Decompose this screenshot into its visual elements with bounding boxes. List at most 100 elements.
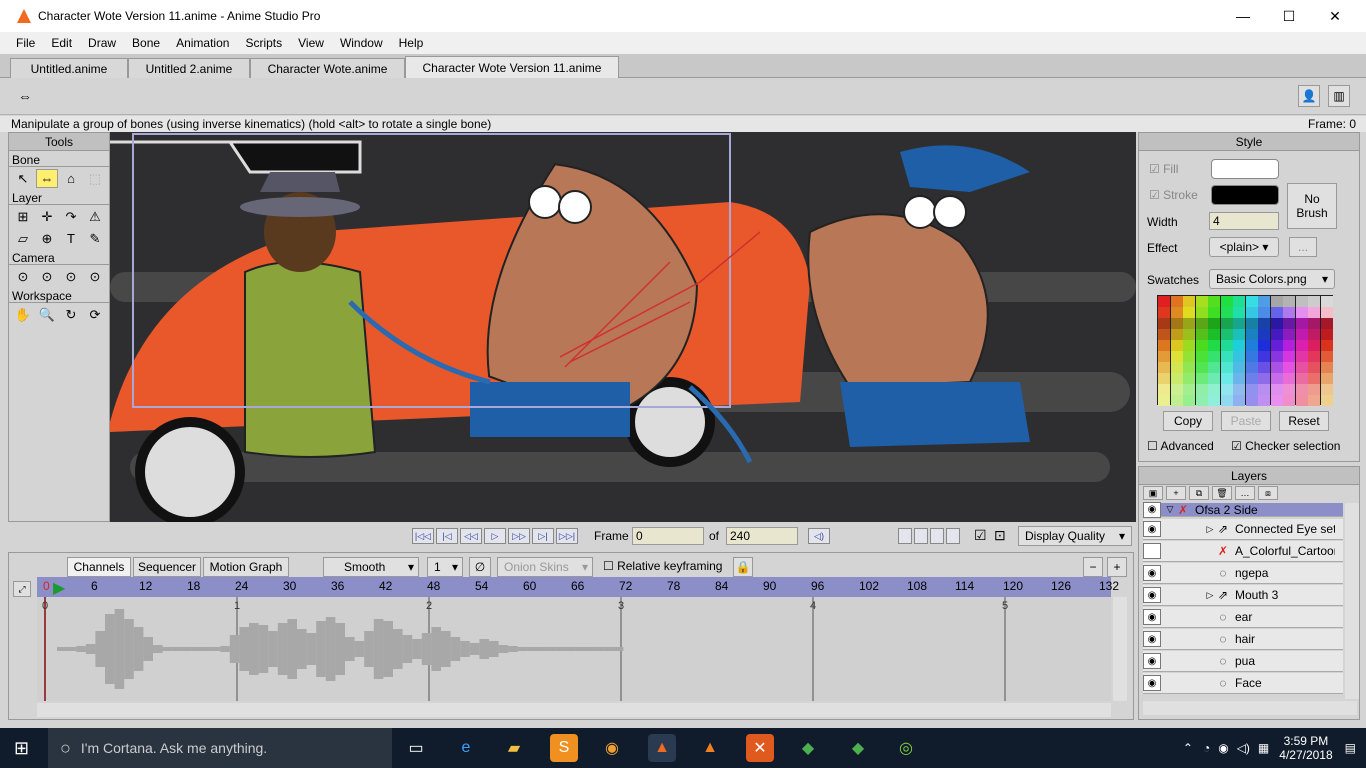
color-swatch[interactable] xyxy=(1208,384,1220,395)
color-swatch[interactable] xyxy=(1195,362,1208,373)
task-view-icon[interactable]: ▭ xyxy=(402,734,430,762)
drawing-canvas[interactable] xyxy=(110,132,1136,522)
color-swatch[interactable] xyxy=(1258,307,1270,318)
menu-window[interactable]: Window xyxy=(332,36,391,50)
color-swatch[interactable] xyxy=(1158,307,1170,318)
color-swatch[interactable] xyxy=(1233,351,1245,362)
rotate-layer-icon[interactable]: ↷ xyxy=(60,207,82,226)
menu-help[interactable]: Help xyxy=(391,36,432,50)
color-swatch[interactable] xyxy=(1220,384,1233,395)
rotate-workspace-icon[interactable]: ↻ xyxy=(60,305,82,324)
menu-view[interactable]: View xyxy=(290,36,332,50)
expand-timeline-icon[interactable]: ⤢ xyxy=(13,581,31,597)
volume-icon[interactable]: ◁) xyxy=(808,528,830,544)
swatches-dropdown[interactable]: Basic Colors.png ▾ xyxy=(1209,269,1335,289)
menu-file[interactable]: File xyxy=(8,36,43,50)
checkbox-icon[interactable]: ☑ xyxy=(974,527,987,544)
mic-icon[interactable]: ◉ xyxy=(1218,741,1228,755)
width-field[interactable]: 4 xyxy=(1209,212,1279,230)
step-back-icon[interactable]: ◁◁ xyxy=(460,528,482,544)
color-swatch[interactable] xyxy=(1295,373,1308,384)
no-brush-button[interactable]: No Brush xyxy=(1287,183,1337,229)
color-swatch[interactable] xyxy=(1170,362,1183,373)
step-forward-key-icon[interactable]: ▷| xyxy=(532,528,554,544)
layer-row[interactable]: ◉ ◌ ear xyxy=(1143,607,1343,628)
play-icon[interactable]: ▷ xyxy=(484,528,506,544)
timeline-ruler[interactable]: 0 6 12 18 24 30 36 42 48 54 60 66 72 78 84 90 96 102 108 11… xyxy=(37,577,1119,598)
layer-row[interactable]: ✗ A_Colorful_Cartoon xyxy=(1143,541,1343,562)
expand-icon[interactable]: ▷ xyxy=(1205,524,1215,535)
color-swatch[interactable] xyxy=(1295,329,1308,340)
color-swatch[interactable] xyxy=(1158,395,1170,406)
chrome-icon[interactable]: ◉ xyxy=(598,734,626,762)
swatch-grid[interactable] xyxy=(1157,295,1333,406)
color-swatch[interactable] xyxy=(1195,384,1208,395)
zoom-out-icon[interactable]: − xyxy=(1083,557,1103,577)
color-swatch[interactable] xyxy=(1308,296,1320,307)
fill-checkbox[interactable]: ☑ Fill xyxy=(1149,162,1178,176)
eye-icon[interactable]: ◉ xyxy=(1143,631,1161,647)
view-split-icon[interactable] xyxy=(914,528,928,544)
eye-icon[interactable]: ◉ xyxy=(1143,501,1161,518)
color-swatch[interactable] xyxy=(1320,329,1333,340)
color-swatch[interactable] xyxy=(1270,395,1283,406)
expand-icon[interactable]: ▷ xyxy=(1205,590,1215,601)
color-swatch[interactable] xyxy=(1208,351,1220,362)
fast-forward-icon[interactable]: ▷▷| xyxy=(556,528,578,544)
color-swatch[interactable] xyxy=(1170,307,1183,318)
reset-button[interactable]: Reset xyxy=(1279,411,1329,431)
color-swatch[interactable] xyxy=(1283,373,1295,384)
zoom-in-icon[interactable]: + xyxy=(1107,557,1127,577)
color-swatch[interactable] xyxy=(1283,340,1295,351)
eye-icon[interactable]: ◉ xyxy=(1143,565,1161,581)
color-swatch[interactable] xyxy=(1208,362,1220,373)
doc-tab[interactable]: Character Wote.anime xyxy=(250,58,405,78)
color-swatch[interactable] xyxy=(1233,318,1245,329)
manipulate-bones-tool-icon[interactable]: ⇔ xyxy=(36,169,58,188)
color-swatch[interactable] xyxy=(1233,362,1245,373)
layer-row[interactable]: ◉ ◌ ngepa xyxy=(1143,563,1343,584)
color-swatch[interactable] xyxy=(1283,351,1295,362)
color-swatch[interactable] xyxy=(1220,373,1233,384)
color-swatch[interactable] xyxy=(1245,307,1258,318)
color-swatch[interactable] xyxy=(1183,307,1195,318)
manipulate-bones-icon[interactable]: ⇔ xyxy=(18,88,38,106)
onion-skins-dropdown[interactable]: Onion Skins ▾ xyxy=(497,557,593,577)
color-swatch[interactable] xyxy=(1195,351,1208,362)
color-swatch[interactable] xyxy=(1170,395,1183,406)
color-swatch[interactable] xyxy=(1233,329,1245,340)
color-swatch[interactable] xyxy=(1170,329,1183,340)
checker-selection-checkbox[interactable]: ☑ Checker selection xyxy=(1231,439,1340,453)
timeline-hscrollbar[interactable] xyxy=(37,703,1111,717)
rewind-icon[interactable]: |◁◁ xyxy=(412,528,434,544)
stroke-checkbox[interactable]: ☑ Stroke xyxy=(1149,188,1198,202)
playhead-icon[interactable]: ▶ xyxy=(53,578,65,598)
color-swatch[interactable] xyxy=(1245,395,1258,406)
color-swatch[interactable] xyxy=(1183,296,1195,307)
eye-icon[interactable]: ◉ xyxy=(1143,609,1161,625)
view-triple-icon[interactable] xyxy=(930,528,944,544)
color-swatch[interactable] xyxy=(1308,362,1320,373)
step-back-key-icon[interactable]: |◁ xyxy=(436,528,458,544)
color-swatch[interactable] xyxy=(1283,296,1295,307)
maximize-button[interactable]: ☐ xyxy=(1266,0,1312,32)
color-swatch[interactable] xyxy=(1170,351,1183,362)
collapse-icon[interactable]: ▽ xyxy=(1165,504,1175,515)
color-swatch[interactable] xyxy=(1258,384,1270,395)
app-icon[interactable]: ◆ xyxy=(794,734,822,762)
color-swatch[interactable] xyxy=(1245,329,1258,340)
color-swatch[interactable] xyxy=(1245,373,1258,384)
color-swatch[interactable] xyxy=(1195,296,1208,307)
color-swatch[interactable] xyxy=(1295,296,1308,307)
color-swatch[interactable] xyxy=(1195,329,1208,340)
color-swatch[interactable] xyxy=(1295,318,1308,329)
volume-icon[interactable]: ◁) xyxy=(1237,741,1250,755)
color-swatch[interactable] xyxy=(1270,307,1283,318)
color-swatch[interactable] xyxy=(1258,351,1270,362)
library-icon[interactable]: ▥ xyxy=(1328,85,1350,107)
color-swatch[interactable] xyxy=(1308,318,1320,329)
frame-field[interactable]: 0 xyxy=(632,527,704,545)
tab-sequencer[interactable]: Sequencer xyxy=(133,557,201,577)
layer-row[interactable]: ◉ ◌ Face xyxy=(1143,673,1343,694)
text-tool-icon[interactable]: T xyxy=(60,229,82,248)
